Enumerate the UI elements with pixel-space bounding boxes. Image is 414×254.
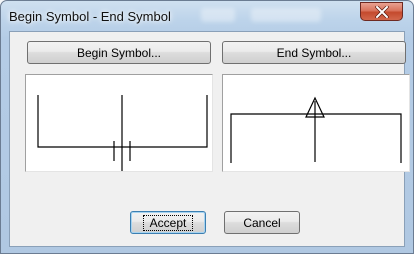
- title-bar-blur: [201, 8, 235, 22]
- title-bar[interactable]: Begin Symbol - End Symbol: [1, 1, 413, 31]
- cancel-button-label: Cancel: [243, 215, 281, 230]
- end-symbol-button[interactable]: End Symbol...: [222, 41, 406, 64]
- title-bar-blur: [251, 8, 321, 22]
- close-x-icon: [374, 5, 389, 18]
- close-button[interactable]: [360, 2, 403, 21]
- accept-button[interactable]: Accept: [130, 211, 206, 234]
- end-symbol-button-label: End Symbol...: [276, 45, 352, 60]
- end-symbol-preview: [222, 74, 410, 172]
- begin-symbol-preview: [25, 74, 213, 172]
- tick-marks-symbol-icon: [37, 95, 208, 171]
- window-title: Begin Symbol - End Symbol: [9, 9, 171, 24]
- begin-symbol-button-label: Begin Symbol...: [76, 45, 162, 60]
- begin-symbol-button[interactable]: Begin Symbol...: [27, 41, 211, 64]
- cancel-button[interactable]: Cancel: [224, 211, 300, 234]
- arrow-up-symbol-icon: [230, 96, 402, 163]
- dialog-window: Begin Symbol - End Symbol Begin Symbol..…: [0, 0, 414, 254]
- accept-button-label: Accept: [142, 214, 194, 231]
- dialog-client-area: Begin Symbol... End Symbol... Accept Can…: [9, 31, 410, 247]
